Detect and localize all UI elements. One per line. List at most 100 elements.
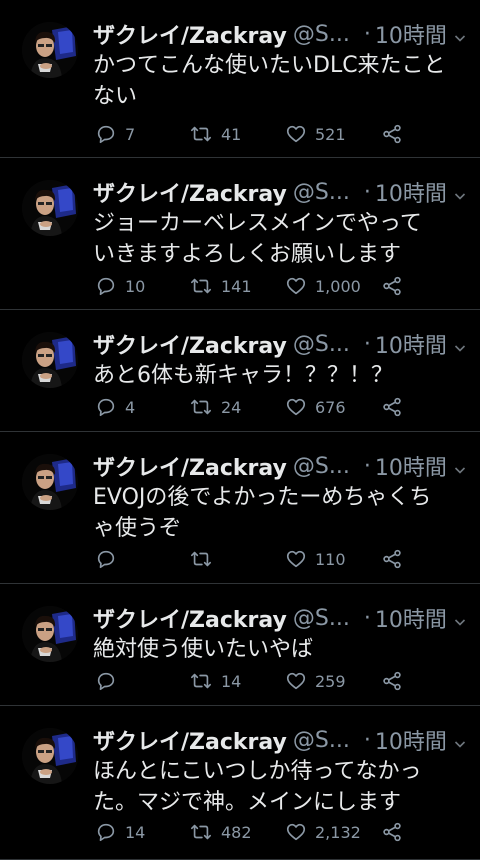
display-name[interactable]: ザクレイ/Zackray bbox=[93, 602, 287, 634]
tweet-text-line: ほんとにこいつしか待ってなかっ bbox=[93, 759, 422, 784]
heart-icon bbox=[285, 548, 307, 570]
timestamp[interactable]: 10時間 bbox=[375, 176, 447, 208]
share-button[interactable] bbox=[381, 123, 403, 145]
user-handle[interactable]: @S... bbox=[293, 22, 350, 47]
avatar[interactable] bbox=[22, 22, 78, 78]
retweet-button[interactable]: 41 bbox=[189, 123, 241, 145]
heart-icon bbox=[285, 670, 307, 692]
tweet-header: ザクレイ/Zackray @S... · 10時間 bbox=[93, 722, 473, 758]
share-icon bbox=[381, 123, 403, 145]
share-button[interactable] bbox=[381, 670, 403, 692]
tweet[interactable]: ザクレイ/Zackray @S... · 10時間 ほんとにこいつしか待ってなかっ た。マ… bbox=[0, 706, 480, 860]
tweet-actions: 110 bbox=[93, 545, 473, 573]
heart-icon bbox=[285, 821, 307, 843]
like-button[interactable]: 259 bbox=[285, 670, 346, 692]
display-name[interactable]: ザクレイ/Zackray bbox=[93, 18, 287, 50]
tweet-text: あと6体も新キャラ！？？！？ bbox=[93, 360, 465, 391]
avatar[interactable] bbox=[22, 606, 78, 662]
like-button[interactable]: 1,000 bbox=[285, 275, 361, 297]
timestamp[interactable]: 10時間 bbox=[375, 602, 447, 634]
share-button[interactable] bbox=[381, 548, 403, 570]
tweet-text-line: EVOJの後でよかったーめちゃくち bbox=[93, 485, 432, 510]
like-button[interactable]: 110 bbox=[285, 548, 346, 570]
display-name[interactable]: ザクレイ/Zackray bbox=[93, 176, 287, 208]
tweet[interactable]: ザクレイ/Zackray @S... · 10時間 EVOJの後でよかったーめちゃくちゃ… bbox=[0, 432, 480, 584]
tweet-text-line: ゃ使うぞ bbox=[93, 516, 182, 541]
user-handle[interactable]: @S... bbox=[293, 728, 350, 753]
tweet[interactable]: ザクレイ/Zackray @S... · 10時間 かつてこんな使いたいDLC来たことな… bbox=[0, 0, 480, 158]
chevron-down-icon[interactable] bbox=[454, 28, 466, 42]
chevron-down-icon[interactable] bbox=[454, 612, 466, 626]
user-handle[interactable]: @S... bbox=[293, 454, 350, 479]
tweet-text: ジョーカーベレスメインでやって いきますよろしくお願いします bbox=[93, 208, 465, 270]
tweet-text-line: た。マジで神。メインにします bbox=[93, 790, 402, 815]
retweet-count: 24 bbox=[221, 397, 242, 417]
reply-icon bbox=[95, 821, 117, 843]
heart-icon bbox=[285, 275, 307, 297]
user-handle[interactable]: @S... bbox=[293, 180, 350, 205]
display-name[interactable]: ザクレイ/Zackray bbox=[93, 328, 287, 360]
chevron-down-icon[interactable] bbox=[454, 734, 466, 748]
share-button[interactable] bbox=[381, 275, 403, 297]
tweet-text: かつてこんな使いたいDLC来たこと ない bbox=[93, 50, 465, 112]
user-handle[interactable]: @S... bbox=[293, 332, 350, 357]
reply-button[interactable]: 10 bbox=[95, 275, 145, 297]
retweet-icon bbox=[189, 548, 213, 570]
retweet-button[interactable] bbox=[189, 548, 221, 570]
reply-icon bbox=[95, 670, 117, 692]
like-count: 521 bbox=[315, 124, 346, 144]
timestamp[interactable]: 10時間 bbox=[375, 724, 447, 756]
avatar[interactable] bbox=[22, 332, 78, 388]
display-name[interactable]: ザクレイ/Zackray bbox=[93, 450, 287, 482]
retweet-button[interactable]: 141 bbox=[189, 275, 252, 297]
avatar[interactable] bbox=[22, 728, 78, 784]
retweet-button[interactable]: 482 bbox=[189, 821, 252, 843]
tweet-header: ザクレイ/Zackray @S... · 10時間 bbox=[93, 448, 473, 484]
retweet-count: 482 bbox=[221, 822, 252, 842]
reply-count: 10 bbox=[125, 276, 146, 296]
retweet-icon bbox=[189, 396, 213, 418]
chevron-down-icon[interactable] bbox=[454, 460, 466, 474]
reply-icon bbox=[95, 275, 117, 297]
reply-button[interactable] bbox=[95, 670, 125, 692]
tweet[interactable]: ザクレイ/Zackray @S... · 10時間 あと6体も新キャラ！？？！？ 4 24 6… bbox=[0, 310, 480, 432]
share-button[interactable] bbox=[381, 821, 403, 843]
tweet-actions: 10 141 1,000 bbox=[93, 272, 473, 300]
tweet[interactable]: ザクレイ/Zackray @S... · 10時間 ジョーカーベレスメインでやって いきま… bbox=[0, 158, 480, 310]
separator-dot: · bbox=[363, 179, 371, 205]
share-icon bbox=[381, 670, 403, 692]
retweet-button[interactable]: 24 bbox=[189, 396, 241, 418]
retweet-count: 41 bbox=[221, 124, 242, 144]
reply-button[interactable]: 14 bbox=[95, 821, 145, 843]
reply-button[interactable] bbox=[95, 548, 125, 570]
share-button[interactable] bbox=[381, 396, 403, 418]
reply-icon bbox=[95, 123, 117, 145]
avatar[interactable] bbox=[22, 454, 78, 510]
display-name[interactable]: ザクレイ/Zackray bbox=[93, 724, 287, 756]
retweet-button[interactable]: 14 bbox=[189, 670, 241, 692]
timestamp[interactable]: 10時間 bbox=[375, 328, 447, 360]
like-count: 676 bbox=[315, 397, 346, 417]
separator-dot: · bbox=[363, 453, 371, 479]
tweet-text-line: かつてこんな使いたいDLC来たこと bbox=[93, 53, 446, 78]
reply-button[interactable]: 7 bbox=[95, 123, 135, 145]
timestamp[interactable]: 10時間 bbox=[375, 18, 447, 50]
reply-button[interactable]: 4 bbox=[95, 396, 135, 418]
like-button[interactable]: 521 bbox=[285, 123, 346, 145]
chevron-down-icon[interactable] bbox=[454, 338, 466, 352]
user-handle[interactable]: @S... bbox=[293, 606, 350, 631]
tweet[interactable]: ザクレイ/Zackray @S... · 10時間 絶対使う使いたいやば 14 259 bbox=[0, 584, 480, 706]
tweet-actions: 7 41 521 bbox=[93, 120, 473, 148]
tweet-header: ザクレイ/Zackray @S... · 10時間 bbox=[93, 16, 473, 52]
tweet-text: 絶対使う使いたいやば bbox=[93, 634, 465, 665]
retweet-icon bbox=[189, 275, 213, 297]
timestamp[interactable]: 10時間 bbox=[375, 450, 447, 482]
like-count: 2,132 bbox=[315, 822, 361, 842]
like-button[interactable]: 2,132 bbox=[285, 821, 361, 843]
avatar[interactable] bbox=[22, 180, 78, 236]
reply-icon bbox=[95, 548, 117, 570]
tweet-header: ザクレイ/Zackray @S... · 10時間 bbox=[93, 174, 473, 210]
chevron-down-icon[interactable] bbox=[454, 186, 466, 200]
like-button[interactable]: 676 bbox=[285, 396, 346, 418]
retweet-icon bbox=[189, 821, 213, 843]
